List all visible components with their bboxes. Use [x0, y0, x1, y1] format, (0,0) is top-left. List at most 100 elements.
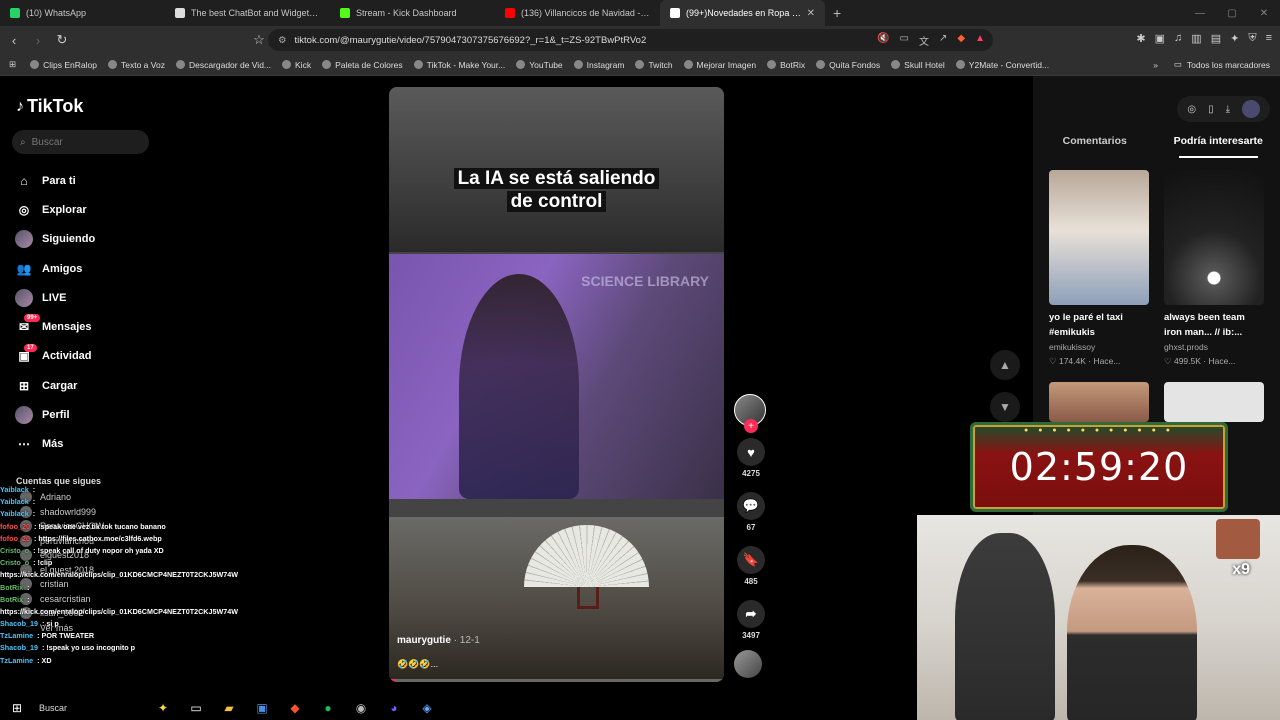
- more-bookmarks-icon[interactable]: »: [1153, 60, 1158, 70]
- bookmark-item[interactable]: Texto a Voz: [108, 60, 165, 70]
- nav-item-mensajes[interactable]: ✉ 99+ Mensajes: [15, 312, 95, 341]
- bookmark-item[interactable]: Kick: [282, 60, 311, 70]
- music-disc-avatar[interactable]: [734, 650, 762, 678]
- cast-icon[interactable]: ▭: [900, 33, 909, 48]
- store-icon[interactable]: ▣: [251, 699, 273, 717]
- task-view-icon[interactable]: ▭: [185, 699, 207, 717]
- brave-shield-icon[interactable]: ◆: [957, 33, 965, 48]
- bookmark-star-icon[interactable]: ☆: [249, 32, 269, 48]
- address-bar[interactable]: ⚙ tiktok.com/@maurygutie/video/757904730…: [268, 29, 993, 51]
- browser-tab[interactable]: The best ChatBot and Widgets for Ki: [165, 0, 330, 26]
- sidebar-toggle-icon[interactable]: ▥: [1191, 32, 1201, 45]
- nav-item-perfil[interactable]: Perfil: [15, 400, 95, 429]
- forward-button[interactable]: ›: [28, 33, 48, 48]
- site-info-icon[interactable]: ⚙: [278, 35, 287, 46]
- file-explorer-icon[interactable]: ▰: [218, 699, 240, 717]
- like-action[interactable]: ♥ 4275: [734, 438, 768, 478]
- video-player[interactable]: La IA se está saliendo de control SCIENC…: [389, 87, 724, 682]
- recommended-thumbnail[interactable]: [1164, 170, 1264, 305]
- menu-icon[interactable]: ≡: [1266, 32, 1272, 45]
- bookmark-item[interactable]: Quita Fondos: [816, 60, 880, 70]
- wallet-icon[interactable]: ▤: [1211, 32, 1221, 45]
- recommended-thumbnail[interactable]: [1049, 170, 1149, 305]
- new-tab-button[interactable]: +: [825, 5, 849, 21]
- comment-icon[interactable]: 💬: [737, 492, 765, 520]
- tab-recommended[interactable]: Podría interesarte: [1157, 134, 1280, 158]
- browser-tab[interactable]: (99+)Novedades en Ropa de Pa ✕: [660, 0, 825, 26]
- bookmark-item[interactable]: Descargador de Vid...: [175, 60, 271, 70]
- screenshot-icon[interactable]: ▣: [1155, 32, 1165, 45]
- music-icon[interactable]: ♫: [1174, 32, 1182, 45]
- compass-icon[interactable]: ◎: [1187, 104, 1196, 115]
- brave-icon[interactable]: ◆: [284, 699, 306, 717]
- next-video-button[interactable]: ▼: [990, 392, 1020, 422]
- browser-tab[interactable]: Stream - Kick Dashboard: [330, 0, 495, 26]
- vscode-icon[interactable]: ◈: [416, 699, 438, 717]
- maximize-button[interactable]: ▢: [1216, 0, 1248, 26]
- bookmark-item[interactable]: Y2Mate - Convertid...: [955, 60, 1049, 70]
- vpn-icon[interactable]: ⛨: [1248, 32, 1256, 45]
- spotify-icon[interactable]: ●: [317, 699, 339, 717]
- share-action[interactable]: ➦ 3497: [734, 600, 768, 640]
- video-progress-bar[interactable]: [389, 679, 724, 682]
- bookmark-icon[interactable]: 🔖: [737, 546, 765, 574]
- nav-item-parati[interactable]: ⌂ Para ti: [15, 166, 95, 195]
- nav-item-live[interactable]: LIVE: [15, 283, 95, 312]
- save-action[interactable]: 🔖 485: [734, 546, 768, 586]
- recommended-caption[interactable]: yo le paré el taxi #emikukis: [1049, 310, 1149, 340]
- video-author[interactable]: maurygutie: [397, 635, 451, 646]
- tab-comments[interactable]: Comentarios: [1033, 134, 1157, 158]
- close-tab-icon[interactable]: ✕: [807, 8, 815, 19]
- bookmark-item[interactable]: Skull Hotel: [891, 60, 945, 70]
- extensions-icon[interactable]: ✱: [1136, 32, 1145, 45]
- recommended-caption[interactable]: always been team iron man... // ib:...: [1164, 310, 1264, 340]
- bookmark-item[interactable]: TikTok - Make Your...: [413, 60, 505, 70]
- nav-item-actividad[interactable]: ▣ 17 Actividad: [15, 342, 95, 371]
- download-icon[interactable]: ⤓: [1226, 104, 1230, 115]
- bookmark-item[interactable]: Instagram: [573, 60, 624, 70]
- app-icon[interactable]: ◕: [383, 699, 405, 717]
- url-text[interactable]: tiktok.com/@maurygutie/video/75790473073…: [295, 35, 647, 46]
- mute-icon[interactable]: 🔇: [877, 33, 889, 48]
- reload-button[interactable]: ↻: [52, 32, 72, 48]
- leo-ai-icon[interactable]: ✦: [1230, 32, 1239, 45]
- search-box[interactable]: ⌕: [12, 130, 149, 154]
- nav-item-amigos[interactable]: 👥 Amigos: [15, 254, 95, 283]
- nav-item-ms[interactable]: ⋯ Más: [15, 430, 95, 459]
- apps-grid-icon[interactable]: ⊞: [9, 59, 16, 70]
- recommended-user[interactable]: ghxst.prods: [1164, 342, 1264, 352]
- start-icon[interactable]: ⊞: [6, 699, 28, 717]
- device-icon[interactable]: ▯: [1208, 104, 1214, 115]
- minimize-button[interactable]: —: [1184, 0, 1216, 26]
- author-avatar[interactable]: +: [734, 394, 766, 433]
- bookmark-item[interactable]: BotRix: [767, 60, 805, 70]
- close-window-button[interactable]: ✕: [1248, 0, 1280, 26]
- follow-plus-icon[interactable]: +: [744, 419, 758, 433]
- bookmark-item[interactable]: Paleta de Colores: [322, 60, 403, 70]
- browser-tab[interactable]: (10) WhatsApp: [0, 0, 165, 26]
- bookmark-item[interactable]: YouTube: [516, 60, 563, 70]
- comment-action[interactable]: 💬 67: [734, 492, 768, 532]
- nav-item-siguiendo[interactable]: Siguiendo: [15, 225, 95, 254]
- nav-item-explorar[interactable]: ◎ Explorar: [15, 195, 95, 224]
- recommended-user[interactable]: emikukissoy: [1049, 342, 1149, 352]
- nav-item-cargar[interactable]: ⊞ Cargar: [15, 371, 95, 400]
- recommended-thumbnail[interactable]: [1049, 382, 1149, 422]
- bookmark-item[interactable]: Twitch: [635, 60, 673, 70]
- obs-icon[interactable]: ◉: [350, 699, 372, 717]
- share-arrow-icon[interactable]: ➦: [737, 600, 765, 628]
- profile-avatar[interactable]: [1242, 100, 1260, 118]
- bookmark-item[interactable]: Clips EnRalop: [30, 60, 97, 70]
- previous-video-button[interactable]: ▲: [990, 350, 1020, 380]
- search-input[interactable]: [31, 136, 132, 148]
- all-bookmarks-button[interactable]: ▭ Todos los marcadores: [1174, 59, 1270, 70]
- tiktok-logo[interactable]: ♪ TikTok: [16, 96, 83, 117]
- translate-icon[interactable]: 文: [919, 33, 929, 48]
- heart-icon[interactable]: ♥: [737, 438, 765, 466]
- share-icon[interactable]: ↗: [939, 33, 947, 48]
- bookmark-item[interactable]: Mejorar Imagen: [683, 60, 756, 70]
- browser-tab[interactable]: (136) Villancicos de Navidad - Lo: [495, 0, 660, 26]
- back-button[interactable]: ‹: [4, 33, 24, 48]
- brave-rewards-icon[interactable]: ▲: [975, 33, 985, 48]
- copilot-icon[interactable]: ✦: [152, 699, 174, 717]
